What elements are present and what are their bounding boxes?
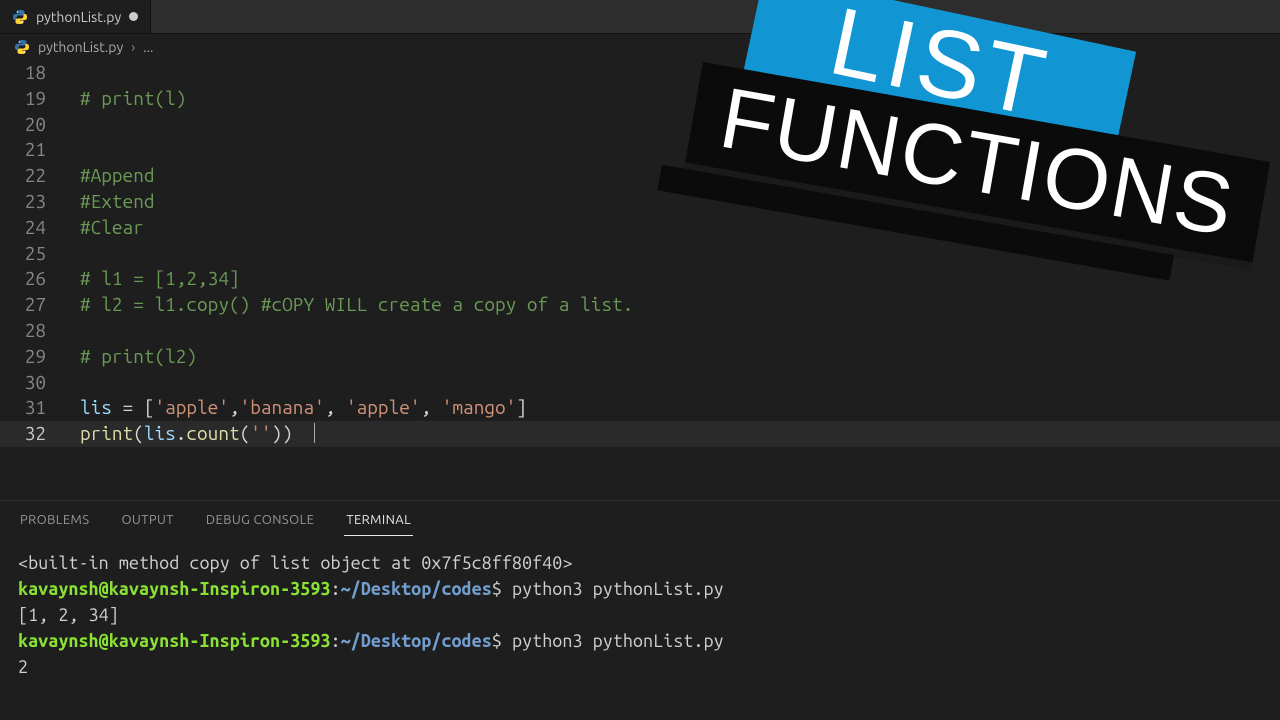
line-number: 31 <box>0 395 46 421</box>
line-number: 27 <box>0 292 46 318</box>
panel-tab-terminal[interactable]: TERMINAL <box>344 509 413 536</box>
line-number: 28 <box>0 318 46 344</box>
terminal-command-line: kavaynsh@kavaynsh-Inspiron-3593:~/Deskto… <box>18 576 1262 602</box>
panel-tab-problems[interactable]: PROBLEMS <box>18 509 91 536</box>
line-number: 24 <box>0 215 46 241</box>
line-number: 22 <box>0 163 46 189</box>
bottom-panel: PROBLEMS OUTPUT DEBUG CONSOLE TERMINAL <bui… <box>0 500 1280 720</box>
code-line[interactable]: # print(l2) <box>80 344 1280 370</box>
code-line[interactable] <box>80 318 1280 344</box>
panel-tab-debug-console[interactable]: DEBUG CONSOLE <box>204 509 316 536</box>
panel-tab-output[interactable]: OUTPUT <box>119 509 175 536</box>
terminal-output[interactable]: <built-in method copy of list object at … <box>0 536 1280 688</box>
terminal-output-line: 2 <box>18 654 1262 680</box>
line-number: 18 <box>0 60 46 86</box>
editor-tab[interactable]: pythonList.py <box>0 0 151 33</box>
code-line[interactable]: # l2 = l1.copy() #cOPY WILL create a cop… <box>80 292 1280 318</box>
line-number: 25 <box>0 241 46 267</box>
breadcrumb-tail: ... <box>143 39 153 55</box>
breadcrumb-file: pythonList.py <box>38 39 123 55</box>
line-number: 23 <box>0 189 46 215</box>
terminal-output-line: <built-in method copy of list object at … <box>18 550 1262 576</box>
python-file-icon <box>12 9 28 25</box>
line-number: 30 <box>0 370 46 396</box>
line-number: 29 <box>0 344 46 370</box>
tab-filename: pythonList.py <box>36 9 121 25</box>
python-file-icon <box>14 39 30 55</box>
code-line[interactable] <box>80 370 1280 396</box>
code-line[interactable]: print(lis.count('')) <box>80 421 1280 447</box>
line-number: 19 <box>0 86 46 112</box>
code-line[interactable]: lis = ['apple','banana', 'apple', 'mango… <box>80 395 1280 421</box>
line-number: 20 <box>0 112 46 138</box>
line-number: 26 <box>0 266 46 292</box>
terminal-command-line: kavaynsh@kavaynsh-Inspiron-3593:~/Deskto… <box>18 628 1262 654</box>
unsaved-indicator-icon <box>129 12 138 21</box>
line-number: 32 <box>0 421 46 447</box>
line-number-gutter: 181920212223242526272829303132 <box>0 60 54 447</box>
terminal-output-line: [1, 2, 34] <box>18 602 1262 628</box>
text-cursor <box>314 423 315 443</box>
panel-tabs: PROBLEMS OUTPUT DEBUG CONSOLE TERMINAL <box>0 501 1280 536</box>
line-number: 21 <box>0 137 46 163</box>
tab-bar: pythonList.py <box>0 0 1280 34</box>
breadcrumb-separator: › <box>131 39 135 55</box>
